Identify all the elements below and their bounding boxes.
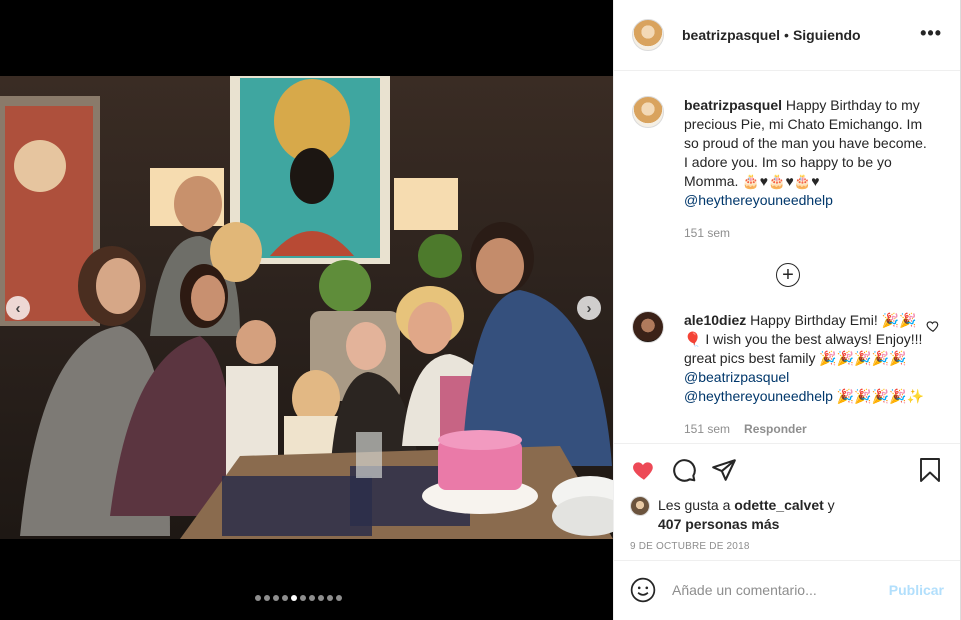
carousel-dot — [291, 595, 297, 601]
comment-input[interactable] — [672, 581, 882, 598]
likes-user-link[interactable]: odette_calvet — [734, 497, 823, 513]
comment-bubble-icon — [673, 459, 696, 482]
emoji-icon[interactable] — [630, 577, 656, 603]
comment-button[interactable] — [670, 456, 698, 484]
avatar[interactable] — [630, 496, 650, 516]
bookmark-icon — [920, 458, 940, 482]
more-options-icon[interactable]: ••• — [920, 24, 942, 42]
woman-face — [408, 302, 452, 354]
separator: • — [784, 27, 789, 43]
follow-status-button[interactable]: Siguiendo — [793, 27, 861, 43]
action-bar — [630, 444, 944, 496]
author-username[interactable]: beatrizpasquel — [682, 27, 780, 43]
paper-plane-icon — [712, 459, 736, 481]
post-sidebar: beatrizpasquel • Siguiendo ••• beatrizpa… — [613, 0, 961, 620]
carousel-dot — [273, 595, 279, 601]
heart-filled-icon — [633, 462, 653, 480]
plus-circle-icon[interactable]: + — [776, 263, 800, 287]
carousel-next-button[interactable]: › — [577, 296, 601, 320]
post-photo[interactable] — [0, 76, 613, 539]
comment-tail: 🎉🎉🎉🎉✨ — [836, 388, 924, 404]
post-media: ‹ › — [0, 0, 613, 620]
carousel-dot — [264, 595, 270, 601]
likes-text: Les gusta a odette_calvet y 407 personas… — [658, 496, 835, 534]
caption: beatrizpasquel Happy Birthday to my prec… — [632, 96, 944, 243]
caption-mention[interactable]: @heythereyouneedhelp — [684, 192, 833, 208]
cake-top — [438, 430, 522, 450]
placemat-left — [222, 476, 372, 536]
caption-time[interactable]: 151 sem — [684, 224, 730, 243]
load-more-comments: + — [632, 263, 944, 287]
avatar[interactable] — [632, 311, 664, 343]
comment-mention[interactable]: @beatrizpasquel — [684, 369, 789, 385]
carousel-dot — [336, 595, 342, 601]
person-face — [96, 258, 140, 314]
comment-body: ale10diez Happy Birthday Emi! 🎉🎉🎈 I wish… — [684, 311, 930, 439]
share-button[interactable] — [710, 456, 738, 484]
man-face — [174, 176, 222, 232]
carousel-dot — [282, 595, 288, 601]
post-actions-section: Les gusta a odette_calvet y 407 personas… — [614, 443, 960, 552]
carousel-dot — [300, 595, 306, 601]
comment-time[interactable]: 151 sem — [684, 420, 730, 439]
reply-button[interactable]: Responder — [744, 420, 807, 439]
comment-mention-2[interactable]: @heythereyouneedhelp — [684, 388, 833, 404]
post-header: beatrizpasquel • Siguiendo ••• — [614, 0, 960, 71]
comment-meta: 151 sem Responder — [684, 420, 930, 439]
publish-button[interactable]: Publicar — [889, 582, 944, 598]
caption-username[interactable]: beatrizpasquel — [684, 97, 782, 113]
comment-like-heart-icon[interactable] — [926, 319, 940, 333]
comments-list[interactable]: beatrizpasquel Happy Birthday to my prec… — [614, 72, 960, 443]
glass — [356, 432, 382, 478]
painting-face — [290, 148, 334, 204]
save-button[interactable] — [916, 456, 944, 484]
elder-face — [346, 322, 386, 370]
comment-item: ale10diez Happy Birthday Emi! 🎉🎉🎈 I wish… — [632, 311, 944, 439]
boy-face — [236, 320, 276, 364]
add-comment-bar: Publicar — [614, 560, 960, 618]
girl-face — [191, 275, 225, 321]
avatar[interactable] — [632, 96, 664, 128]
carousel-dot — [309, 595, 315, 601]
carousel-dot — [255, 595, 261, 601]
like-button[interactable] — [630, 456, 658, 484]
comment-username[interactable]: ale10diez — [684, 312, 746, 328]
caption-meta: 151 sem — [684, 224, 930, 243]
chevron-left-icon: ‹ — [15, 299, 21, 317]
plant-2 — [418, 234, 462, 278]
likes-count-link[interactable]: 407 personas más — [658, 516, 779, 532]
likes-prefix: Les gusta a — [658, 497, 735, 513]
carousel-dot — [327, 595, 333, 601]
chevron-right-icon: › — [586, 299, 592, 317]
likes-summary: Les gusta a odette_calvet y 407 personas… — [630, 496, 944, 534]
caption-body: beatrizpasquel Happy Birthday to my prec… — [684, 96, 930, 243]
carousel-dot — [318, 595, 324, 601]
likes-suffix: y — [823, 497, 835, 513]
lamp-right — [394, 178, 458, 230]
carousel-prev-button[interactable]: ‹ — [6, 296, 30, 320]
plant — [319, 260, 371, 312]
man-right-face — [476, 238, 524, 294]
chandelier — [14, 140, 66, 192]
avatar[interactable] — [632, 19, 664, 51]
carousel-indicator — [255, 595, 342, 601]
post-date[interactable]: 9 DE OCTUBRE DE 2018 — [630, 541, 944, 552]
birthday-family-photo — [0, 76, 613, 539]
